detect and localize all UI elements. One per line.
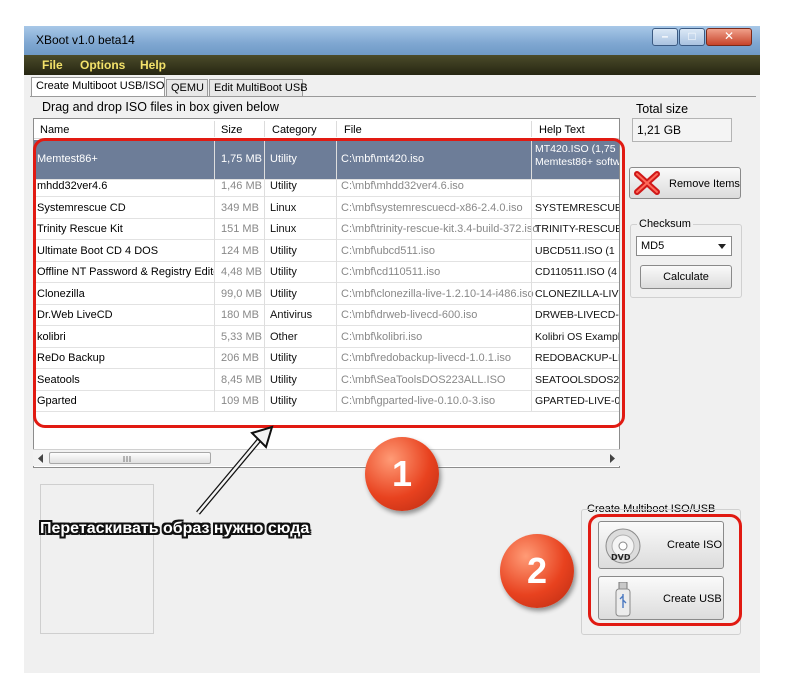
scroll-thumb[interactable]: [49, 452, 211, 464]
scroll-thumb-grip-icon: [123, 456, 131, 462]
annotation-caption: Перетаскивать образ нужно сюда: [40, 520, 310, 537]
col-file[interactable]: File: [344, 124, 362, 136]
total-size-label: Total size: [636, 102, 689, 116]
checksum-label: Checksum: [637, 218, 693, 230]
annotation-badge-2: 2: [500, 534, 574, 608]
close-button[interactable]: ✕: [706, 28, 752, 46]
window-title: XBoot v1.0 beta14: [36, 33, 135, 47]
checksum-value: MD5: [641, 240, 665, 252]
tab-qemu[interactable]: QEMU: [166, 79, 208, 96]
col-divider: [264, 121, 265, 137]
col-help[interactable]: Help Text: [539, 124, 585, 136]
col-divider: [214, 121, 215, 137]
dragdrop-label: Drag and drop ISO files in box given bel…: [42, 100, 279, 114]
col-name[interactable]: Name: [40, 124, 69, 136]
tab-edit-multiboot[interactable]: Edit MultiBoot USB: [209, 79, 308, 96]
col-divider: [531, 121, 532, 137]
dropdown-arrow-icon: [718, 244, 726, 249]
remove-items-button[interactable]: Remove Items: [629, 167, 741, 199]
menu-file[interactable]: File: [42, 58, 63, 72]
annotation-arrow: [196, 425, 274, 515]
annotation-highlight-list: [33, 138, 625, 428]
preview-box: [40, 484, 154, 634]
remove-items-label: Remove Items: [669, 178, 740, 190]
scroll-right-icon[interactable]: [609, 454, 617, 463]
menu-options[interactable]: Options: [80, 58, 125, 72]
menu-help[interactable]: Help: [140, 58, 166, 72]
col-size[interactable]: Size: [221, 124, 242, 136]
scroll-left-icon[interactable]: [37, 454, 45, 463]
maximize-icon: □: [688, 29, 696, 43]
calculate-label: Calculate: [663, 271, 709, 283]
horizontal-scrollbar[interactable]: [33, 449, 620, 466]
tab-create-multiboot[interactable]: Create Multiboot USB/ISO: [31, 77, 165, 96]
checksum-select[interactable]: MD5: [636, 236, 732, 256]
col-category[interactable]: Category: [272, 124, 317, 136]
annotation-highlight-create: [588, 514, 742, 626]
minimize-icon: –: [661, 29, 669, 43]
calculate-button[interactable]: Calculate: [640, 265, 732, 289]
annotation-badge-1: 1: [365, 437, 439, 511]
remove-x-icon: [634, 171, 660, 195]
maximize-button[interactable]: □: [679, 28, 705, 46]
close-icon: ✕: [723, 29, 735, 43]
list-header: Name Size Category File Help Text: [34, 119, 619, 139]
total-size-value: 1,21 GB: [637, 123, 682, 137]
menu-bar: [24, 55, 760, 75]
tab-panel-border: [30, 96, 756, 97]
total-size-box: 1,21 GB: [632, 118, 732, 142]
col-divider: [336, 121, 337, 137]
minimize-button[interactable]: –: [652, 28, 678, 46]
